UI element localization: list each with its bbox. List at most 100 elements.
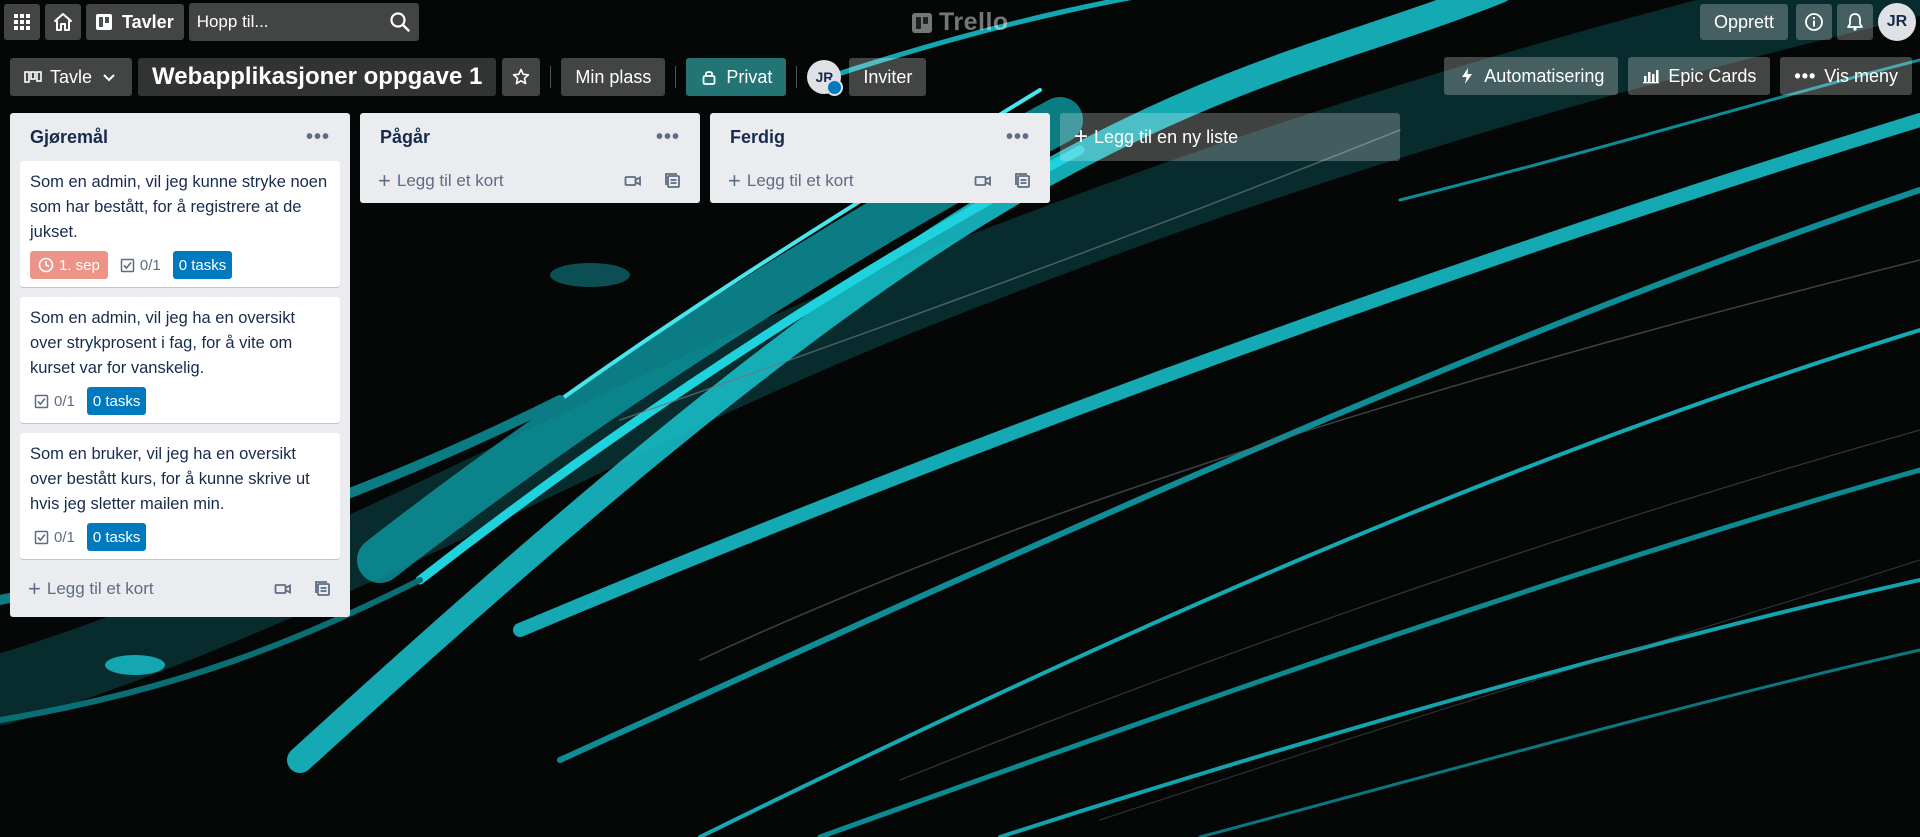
list-header[interactable]: Pågår •••: [370, 113, 690, 161]
bell-icon: [1847, 13, 1863, 31]
tasks-badge[interactable]: 0 tasks: [172, 251, 233, 279]
card[interactable]: Som en admin, vil jeg kunne stryke noen …: [20, 161, 340, 287]
boards-label: Tavler: [122, 11, 174, 32]
list-title[interactable]: Gjøremål: [30, 127, 108, 148]
top-header: Tavler Hopp til... Trello Opprett JR: [0, 0, 1920, 44]
logo-text: Trello: [939, 8, 1009, 36]
show-menu-label: Vis meny: [1824, 65, 1898, 86]
list-menu-icon[interactable]: •••: [1006, 127, 1030, 147]
visibility-label: Privat: [726, 66, 773, 87]
tasks-badge[interactable]: 0 tasks: [86, 523, 147, 551]
search-placeholder: Hopp til...: [196, 12, 269, 31]
grid-icon: [14, 14, 30, 30]
user-avatar[interactable]: JR: [1878, 3, 1916, 41]
checklist-count: 0/1: [54, 392, 75, 410]
notifications-button[interactable]: [1837, 4, 1873, 40]
automation-button[interactable]: Automatisering: [1444, 57, 1619, 95]
epic-cards-button[interactable]: Epic Cards: [1628, 57, 1771, 95]
checklist-badge: 0/1: [30, 529, 79, 546]
clock-icon: [38, 257, 54, 273]
epic-cards-label: Epic Cards: [1668, 65, 1757, 86]
add-card-button[interactable]: + Legg til et kort: [20, 569, 340, 609]
due-date-text: 1. sep: [59, 256, 100, 274]
add-list-label: Legg til en ny liste: [1094, 126, 1239, 147]
list-title[interactable]: Pågår: [380, 127, 430, 148]
list-header[interactable]: Ferdig •••: [720, 113, 1040, 161]
app-switcher-button[interactable]: [4, 4, 40, 40]
home-icon: [54, 13, 72, 31]
info-button[interactable]: [1796, 4, 1832, 40]
star-button[interactable]: [502, 58, 541, 96]
checklist-count: 0/1: [54, 528, 75, 546]
add-card-button[interactable]: + Legg til et kort: [370, 161, 690, 201]
plus-icon: +: [1074, 123, 1089, 150]
board-header: Tavle Webapplikasjoner oppgave 1 Min pla…: [0, 57, 1920, 97]
lightning-icon: [1462, 68, 1473, 84]
list-menu-icon[interactable]: •••: [306, 127, 330, 147]
tasks-badge[interactable]: 0 tasks: [86, 387, 147, 415]
list-menu-icon[interactable]: •••: [656, 127, 680, 147]
due-date-badge[interactable]: 1. sep: [30, 251, 108, 279]
view-label: Tavle: [50, 66, 93, 87]
board-actions: Automatisering Epic Cards ••• Vis meny: [1444, 57, 1912, 95]
chevron-down-icon: [103, 74, 115, 82]
board-member-avatar[interactable]: JR: [807, 60, 844, 96]
invite-button[interactable]: Inviter: [849, 58, 927, 96]
divider: [796, 66, 798, 88]
add-card-button[interactable]: + Legg til et kort: [720, 161, 1040, 201]
list-ferdig: Ferdig ••• + Legg til et kort: [710, 113, 1050, 203]
checklist-badge: 0/1: [30, 393, 79, 410]
checkbox-icon: [120, 258, 135, 272]
add-card-label: Legg til et kort: [396, 171, 504, 190]
boards-button[interactable]: Tavler: [86, 4, 184, 40]
lock-icon: [702, 71, 716, 85]
board-lists: Gjøremål ••• Som en admin, vil jeg kunne…: [10, 113, 1400, 617]
info-icon: [1805, 13, 1823, 31]
trello-logo[interactable]: Trello: [912, 8, 1009, 37]
card-title: Som en admin, vil jeg ha en oversikt ove…: [30, 309, 296, 377]
search-input[interactable]: Hopp til...: [188, 3, 419, 41]
board-view-icon: [24, 71, 42, 83]
card[interactable]: Som en bruker, vil jeg ha en oversikt ov…: [20, 433, 340, 559]
more-icon: •••: [1794, 65, 1817, 86]
trello-logo-icon: [912, 12, 932, 33]
checklist-badge: 0/1: [116, 257, 165, 274]
plus-icon: +: [378, 168, 391, 193]
card-badges: 0/1 0 tasks: [30, 523, 330, 551]
board-title[interactable]: Webapplikasjoner oppgave 1: [138, 58, 497, 96]
header-actions: Opprett JR: [1699, 3, 1916, 41]
card-template-icon[interactable]: [1014, 172, 1032, 190]
add-card-label: Legg til et kort: [46, 579, 154, 598]
card-template-icon[interactable]: [664, 172, 682, 190]
list-pagar: Pågår ••• + Legg til et kort: [360, 113, 700, 203]
card-title: Som en bruker, vil jeg ha en oversikt ov…: [30, 445, 310, 513]
bar-chart-icon: [1643, 70, 1660, 84]
list-gjoremal: Gjøremål ••• Som en admin, vil jeg kunne…: [10, 113, 350, 617]
checkbox-icon: [34, 530, 49, 544]
card-template-icon[interactable]: [314, 580, 332, 598]
checkbox-icon: [34, 394, 49, 408]
workspace-button[interactable]: Min plass: [561, 58, 666, 96]
divider: [675, 66, 677, 88]
create-button[interactable]: Opprett: [1699, 4, 1788, 40]
video-icon[interactable]: [974, 172, 992, 190]
show-menu-button[interactable]: ••• Vis meny: [1780, 57, 1912, 95]
search-icon: [390, 12, 410, 32]
visibility-button[interactable]: Privat: [686, 58, 787, 96]
automation-label: Automatisering: [1484, 65, 1605, 86]
list-title[interactable]: Ferdig: [730, 127, 785, 148]
checklist-count: 0/1: [139, 256, 161, 274]
home-button[interactable]: [45, 4, 81, 40]
view-switcher-button[interactable]: Tavle: [10, 58, 133, 96]
add-list-button[interactable]: + Legg til en ny liste: [1060, 113, 1400, 161]
plus-icon: +: [728, 168, 741, 193]
video-icon[interactable]: [274, 580, 292, 598]
card[interactable]: Som en admin, vil jeg ha en oversikt ove…: [20, 297, 340, 423]
card-badges: 1. sep 0/1 0 tasks: [30, 251, 330, 279]
list-header[interactable]: Gjøremål •••: [20, 113, 340, 161]
star-icon: [513, 68, 530, 85]
video-icon[interactable]: [624, 172, 642, 190]
board-icon: [96, 14, 112, 30]
card-title: Som en admin, vil jeg kunne stryke noen …: [30, 173, 328, 241]
plus-icon: +: [28, 576, 41, 601]
